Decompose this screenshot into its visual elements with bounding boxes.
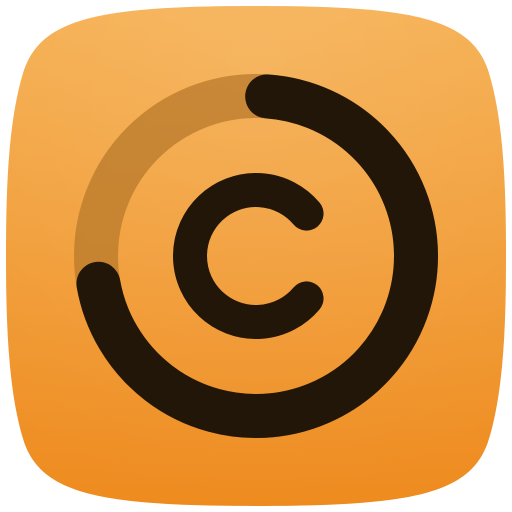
- app-icon-graphic: [6, 6, 506, 506]
- app-icon[interactable]: [0, 0, 512, 512]
